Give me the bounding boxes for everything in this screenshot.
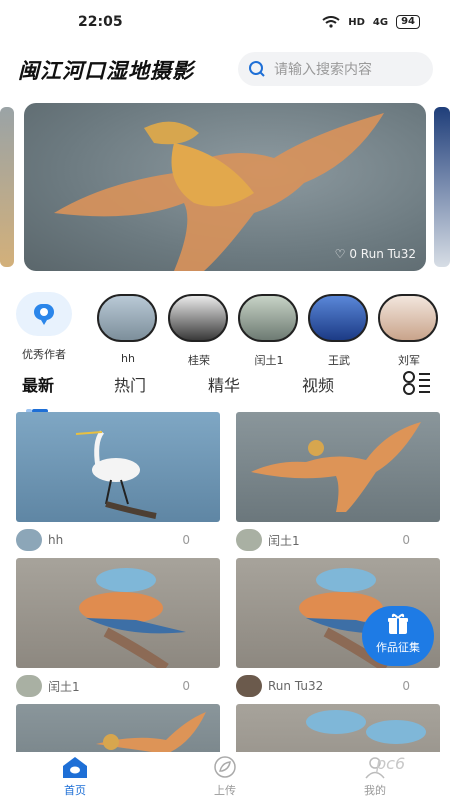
heart-icon: ♡ [334, 247, 346, 261]
author-item[interactable]: hh [97, 294, 159, 365]
author-name: hh [121, 352, 135, 365]
status-time: 22:05 [78, 14, 123, 30]
tab-latest[interactable]: 最新 [22, 372, 54, 396]
chat-bubble-icon [34, 304, 54, 325]
nav-upload-label: 上传 [214, 783, 236, 797]
banner-image[interactable]: ♡ 0 Run Tu32 [24, 103, 426, 271]
avatar [97, 294, 157, 342]
home-icon [63, 756, 87, 778]
author-item[interactable]: 刘军 [378, 294, 440, 368]
post-card[interactable]: 闰土1 0 [16, 558, 220, 704]
banner-caption: ♡ 0 Run Tu32 [335, 247, 416, 261]
network-type: HD [348, 16, 365, 28]
post-card[interactable] [236, 704, 440, 752]
post-meta: 闰土1 0 [16, 668, 220, 704]
post-author: Run Tu32 [268, 679, 324, 693]
post-photo [16, 412, 220, 522]
avatar [238, 294, 298, 342]
post-card[interactable]: hh 0 [16, 412, 220, 558]
search-placeholder: 请输入搜索内容 [274, 62, 372, 78]
avatar [378, 294, 438, 342]
tab-hot[interactable]: 热门 [114, 372, 146, 396]
post-photo [16, 704, 220, 752]
post-photo [236, 704, 440, 752]
avatar [16, 675, 42, 697]
tab-indicator [26, 398, 52, 413]
post-author: hh [48, 533, 64, 547]
nav-home-label: 首页 [64, 783, 86, 797]
search-icon [249, 61, 265, 77]
banner-prev-peek[interactable] [0, 107, 14, 267]
post-author: 闰土1 [268, 533, 300, 548]
nav-upload[interactable]: 上传 [185, 755, 265, 798]
submission-float-button[interactable]: 作品征集 [362, 606, 434, 666]
status-bar: 22:05 HD 4G 94 [0, 0, 450, 44]
authors-row: 优秀作者 hh 桂荣 闰土1 王武 刘军 [0, 290, 450, 367]
wifi-icon [322, 16, 340, 28]
author-name: 桂荣 [188, 354, 210, 367]
watermark: pc6 [376, 754, 406, 773]
post-photo [236, 412, 440, 522]
bird-photo [54, 113, 384, 271]
gift-icon [388, 613, 408, 634]
signal-icon: 4G [372, 16, 389, 28]
author-item[interactable]: 王武 [308, 294, 370, 368]
upload-icon [214, 755, 236, 778]
post-meta: hh 0 [16, 522, 220, 558]
battery-icon: 94 [396, 15, 420, 29]
like-count: 0 [182, 679, 190, 693]
post-card[interactable] [16, 704, 220, 752]
post-meta: 闰土1 0 [236, 522, 440, 558]
layout-grid-icon[interactable] [402, 370, 432, 396]
header: 闽江河口湿地摄影 请输入搜索内容 [0, 50, 450, 90]
post-meta: Run Tu32 0 [236, 668, 440, 704]
author-name: 闰土1 [254, 354, 284, 367]
category-tabs: 最新 热门 精华 视频 [0, 368, 450, 413]
avatar [236, 675, 262, 697]
banner-caption-text: 0 Run Tu32 [349, 247, 416, 261]
post-author: 闰土1 [48, 679, 80, 694]
author-item[interactable]: 闰土1 [238, 294, 300, 368]
like-count: 0 [402, 679, 410, 693]
search-input[interactable]: 请输入搜索内容 [238, 52, 433, 86]
excellent-authors-button[interactable]: 优秀作者 [16, 292, 72, 362]
author-item[interactable]: 桂荣 [168, 294, 230, 368]
post-card[interactable]: 闰土1 0 [236, 412, 440, 558]
tab-featured[interactable]: 精华 [208, 372, 240, 396]
like-count: 0 [402, 533, 410, 547]
avatar [16, 529, 42, 551]
nav-home[interactable]: 首页 [35, 755, 115, 798]
avatar [236, 529, 262, 551]
author-name: 刘军 [398, 354, 420, 367]
excellent-authors-label: 优秀作者 [22, 348, 66, 361]
post-grid: hh 0 闰土1 0 闰土1 0 Run Tu32 0 [0, 412, 450, 752]
author-feature-icon-bg [16, 292, 72, 336]
like-count: 0 [182, 533, 190, 547]
nav-profile-label: 我的 [364, 783, 386, 797]
avatar [308, 294, 368, 342]
submission-label: 作品征集 [376, 641, 420, 654]
banner-next-peek[interactable] [434, 107, 450, 267]
tab-video[interactable]: 视频 [302, 372, 334, 396]
author-name: 王武 [328, 354, 350, 367]
post-photo [16, 558, 220, 668]
app-title: 闽江河口湿地摄影 [18, 59, 194, 83]
avatar [168, 294, 228, 342]
status-icons: HD 4G 94 [322, 15, 420, 29]
banner-carousel[interactable]: ♡ 0 Run Tu32 [0, 103, 450, 273]
